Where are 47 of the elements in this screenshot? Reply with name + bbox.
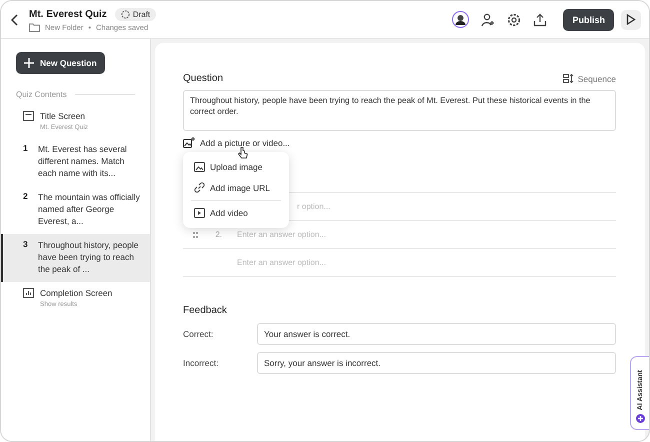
section-heading: Question [183,73,224,84]
sidebar-item[interactable]: 3 Throughout history, people have been trying to reach the peak of ... [1,234,150,282]
item-label: The mountain was officially named after George Everest, a... [38,191,140,227]
status-badge: Draft [114,8,156,20]
field-label: Correct: [183,329,214,339]
back-icon[interactable] [11,14,19,26]
add-image-icon [183,137,195,148]
sidebar-item[interactable]: 1 Mt. Everest has several different names. Match each name with its... [1,138,150,186]
question-type[interactable]: Sequence [562,74,616,84]
field-label: Incorrect: [183,358,220,368]
answer-number: 2. [214,230,222,239]
menu-item[interactable]: Upload image [191,157,281,177]
sequence-icon [562,74,574,83]
quiz-title: Mt. Everest Quiz [29,8,107,20]
screen-icon [23,111,34,121]
item-label: Throughout history, people have been trying to reach the peak of ... [38,239,140,275]
publish-button[interactable]: Publish [563,8,614,30]
question-number: 2 [23,191,29,203]
add-user-icon[interactable] [481,12,496,26]
question-number: 3 [23,239,29,251]
settings-icon[interactable] [507,12,522,26]
play-icon [626,14,636,25]
link-icon [194,182,205,193]
plus-icon [24,58,34,68]
drag-handle-icon[interactable] [193,232,198,238]
section-heading: Quiz Contents [16,90,67,99]
menu-item[interactable]: Add image URL [191,177,281,198]
new-question-button[interactable]: New Question [16,52,105,74]
share-icon[interactable] [533,12,548,26]
item-label: Title Screen [40,110,86,122]
feedback-field[interactable]: Your answer is correct. [257,323,616,345]
image-icon [194,162,205,172]
plus-icon [636,414,645,423]
folder-icon [29,22,40,32]
sidebar-item[interactable]: 2 The mountain was officially named after George Everest, a... [1,186,150,234]
section-heading: Feedback [183,305,228,316]
question-field[interactable]: Throughout history, people have been trying to reach the peak of Mt. Everest. Put these historical events in the correct order. [183,90,616,131]
menu-item[interactable]: Add video [191,203,281,223]
preview-button[interactable] [621,10,641,30]
item-label: Completion Screen [40,287,112,299]
avatar-icon[interactable] [452,11,470,28]
item-label: Mt. Everest has several different names. Match each name with its... [38,143,128,179]
feedback-field[interactable]: Sorry, your answer is incorrect. [257,352,616,374]
chart-icon [23,288,34,298]
add-media-link[interactable]: Add a picture or video... [183,137,616,148]
video-icon [194,208,205,218]
question-number: 1 [23,143,29,155]
